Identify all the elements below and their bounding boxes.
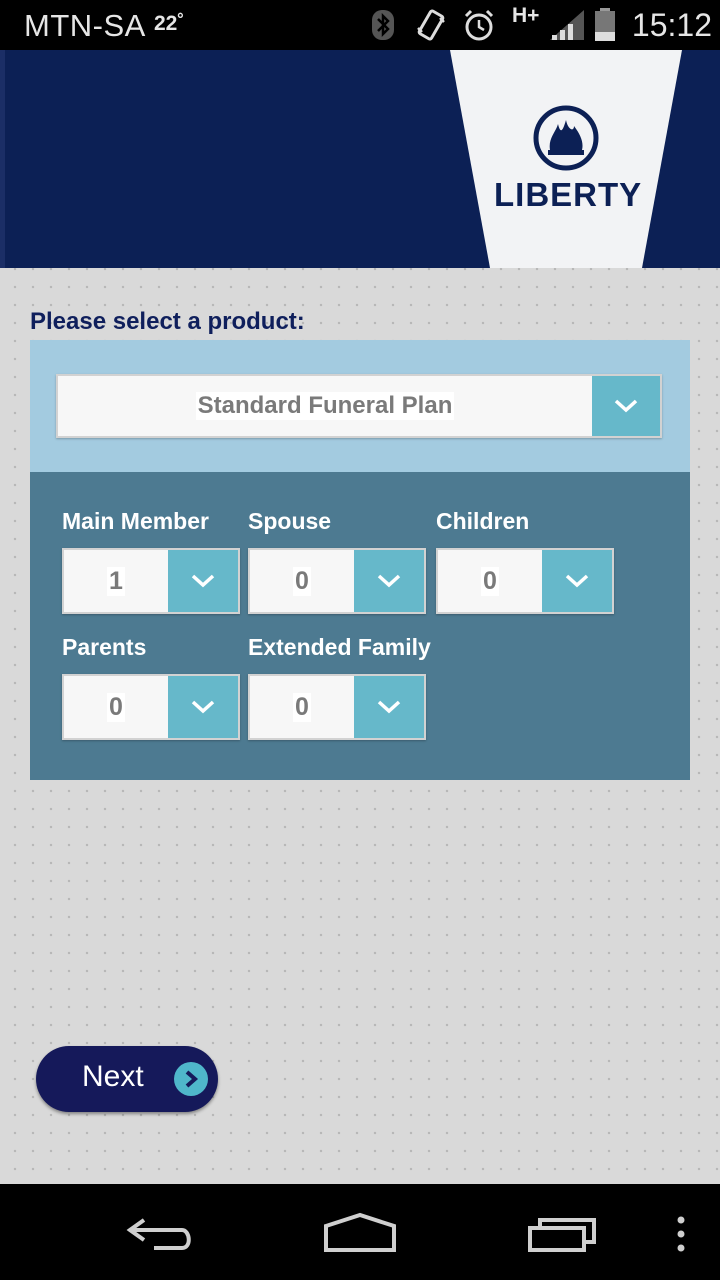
main-member-label: Main Member: [62, 508, 209, 534]
clock: 15:12: [631, 7, 712, 43]
chevron-down-icon: [377, 574, 401, 588]
members-panel: Main Member 1 Spouse 0 Children 0 Parent…: [30, 472, 690, 780]
navigation-bar: [0, 1184, 720, 1280]
next-button[interactable]: Next: [36, 1046, 218, 1112]
main-member-value-box: 1: [64, 550, 168, 612]
product-value: Standard Funeral Plan: [195, 392, 455, 420]
parents-label: Parents: [62, 634, 147, 660]
children-dropdown-button[interactable]: [542, 550, 612, 612]
chevron-down-icon: [377, 700, 401, 714]
parents-value-box: 0: [64, 676, 168, 738]
home-icon[interactable]: [322, 1212, 398, 1254]
children-label: Children: [436, 508, 530, 534]
extended-family-dropdown-button[interactable]: [354, 676, 424, 738]
network-type: H+: [512, 4, 540, 27]
spouse-value: 0: [293, 566, 311, 596]
status-bar: MTN-SA 22˚ H+ 15:12: [0, 0, 720, 50]
extended-family-dropdown[interactable]: 0: [248, 674, 426, 740]
main-member-value: 1: [107, 566, 125, 596]
parents-dropdown[interactable]: 0: [62, 674, 240, 740]
vibrate-icon: [417, 9, 445, 41]
logo-text: LIBERTY: [494, 176, 643, 213]
signal-icon: [550, 10, 584, 40]
product-prompt: Please select a product:: [30, 308, 305, 335]
children-dropdown[interactable]: 0: [436, 548, 614, 614]
carrier-name: MTN-SA: [24, 8, 146, 43]
spouse-dropdown[interactable]: 0: [248, 548, 426, 614]
back-icon[interactable]: [124, 1216, 196, 1252]
main-member-dropdown[interactable]: 1: [62, 548, 240, 614]
flame-emblem-icon: [533, 105, 599, 171]
next-button-label: Next: [82, 1060, 144, 1093]
extended-family-value-box: 0: [250, 676, 354, 738]
bluetooth-icon: [372, 10, 394, 40]
children-value: 0: [481, 566, 499, 596]
spouse-dropdown-button[interactable]: [354, 550, 424, 612]
spouse-label: Spouse: [248, 508, 332, 534]
product-dropdown[interactable]: Standard Funeral Plan: [56, 374, 662, 438]
chevron-down-icon: [565, 574, 589, 588]
main-member-dropdown-button[interactable]: [168, 550, 238, 612]
product-dropdown-button[interactable]: [592, 376, 660, 436]
overflow-menu-icon[interactable]: [674, 1216, 688, 1252]
extended-family-value: 0: [293, 692, 311, 722]
battery-icon: [595, 8, 615, 41]
chevron-down-icon: [614, 399, 638, 413]
product-value-box: Standard Funeral Plan: [58, 376, 592, 436]
content-area: Please select a product: Standard Funera…: [0, 268, 720, 1184]
parents-value: 0: [107, 692, 125, 722]
temperature: 22˚: [154, 12, 185, 35]
spouse-value-box: 0: [250, 550, 354, 612]
recents-icon[interactable]: [526, 1216, 598, 1254]
extended-family-label: Extended Family: [248, 634, 431, 660]
logo-wedge: [450, 50, 682, 268]
header-banner: LIBERTY: [0, 50, 720, 268]
alarm-icon: [464, 9, 494, 41]
chevron-right-circle-icon: [174, 1062, 208, 1096]
chevron-down-icon: [191, 700, 215, 714]
children-value-box: 0: [438, 550, 542, 612]
product-panel: Standard Funeral Plan: [30, 340, 690, 472]
chevron-down-icon: [191, 574, 215, 588]
parents-dropdown-button[interactable]: [168, 676, 238, 738]
